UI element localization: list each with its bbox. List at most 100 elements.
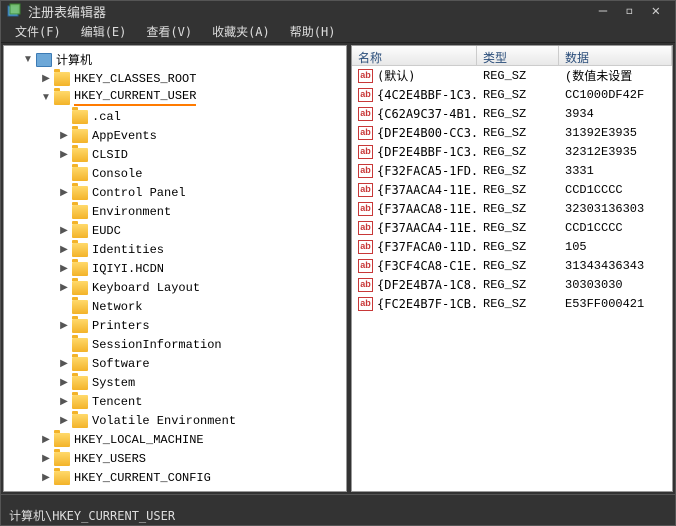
expand-icon[interactable]: ▶ xyxy=(40,453,52,465)
tree-node-label: Printers xyxy=(92,319,150,333)
tree-node-label: .cal xyxy=(92,110,121,124)
string-value-icon: ab xyxy=(358,126,373,140)
expand-icon[interactable]: ▶ xyxy=(58,130,70,142)
tree-panel[interactable]: ▼ 计算机▶HKEY_CLASSES_ROOT▼HKEY_CURRENT_USER… xyxy=(3,45,347,492)
value-data-cell: E53FF000421 xyxy=(559,295,672,313)
string-value-icon: ab xyxy=(358,164,373,178)
value-data-cell: 30303030 xyxy=(559,276,672,294)
tree-node[interactable]: ▶EUDC xyxy=(4,221,346,240)
tree-node[interactable]: ▶Identities xyxy=(4,240,346,259)
tree-node[interactable]: ▶ Printers xyxy=(4,316,346,335)
tree-node[interactable]: ▶IQIYI.HCDN xyxy=(4,259,346,278)
col-header-type[interactable]: 类型 xyxy=(477,46,559,65)
expand-icon[interactable]: ▶ xyxy=(40,73,52,85)
expand-icon[interactable]: ▶ xyxy=(58,244,70,256)
expand-icon[interactable]: ▶ xyxy=(58,282,70,294)
list-body: ab(默认)REG_SZ(数值未设置ab{4C2E4BBF-1C3...REG_… xyxy=(352,66,672,313)
menu-file[interactable]: 文件(F) xyxy=(9,21,67,42)
tree-node[interactable]: ▶Network xyxy=(4,297,346,316)
tree-node[interactable]: ▶HKEY_USERS xyxy=(4,449,346,468)
folder-icon xyxy=(72,110,88,124)
value-data-cell: 105 xyxy=(559,238,672,256)
tree-node[interactable]: ▶Tencent xyxy=(4,392,346,411)
tree-node-label: Network xyxy=(92,300,142,314)
close-button[interactable]: ✕ xyxy=(652,3,660,19)
expand-icon[interactable]: ▶ xyxy=(58,225,70,237)
tree-node[interactable]: ▶Console xyxy=(4,164,346,183)
collapse-icon[interactable]: ▼ xyxy=(22,54,34,66)
value-row[interactable]: ab{F37AACA4-11E...REG_SZCCD1CCCC xyxy=(352,218,672,237)
value-data-cell: CCD1CCCC xyxy=(559,181,672,199)
value-name-cell: ab{F37AACA8-11E... xyxy=(352,200,477,218)
tree-node[interactable]: ▶ HKEY_CURRENT_CONFIG xyxy=(4,468,346,487)
value-row[interactable]: ab{C62A9C37-4B1...REG_SZ3934 xyxy=(352,104,672,123)
value-name: {F32FACA5-1FD... xyxy=(377,164,477,178)
tree-node[interactable]: ▶Software xyxy=(4,354,346,373)
tree-node[interactable]: ▶CLSID xyxy=(4,145,346,164)
value-row[interactable]: ab{F37AACA4-11E...REG_SZCCD1CCCC xyxy=(352,180,672,199)
value-row[interactable]: ab{F37AACA8-11E...REG_SZ32303136303 xyxy=(352,199,672,218)
col-header-data[interactable]: 数据 xyxy=(559,46,672,65)
expand-icon[interactable]: ▶ xyxy=(58,415,70,427)
tree-node[interactable]: ▶ HKEY_LOCAL_MACHINE xyxy=(4,430,346,449)
value-row[interactable]: ab{FC2E4B7F-1CB...REG_SZE53FF000421 xyxy=(352,294,672,313)
value-row[interactable]: ab{4C2E4BBF-1C3...REG_SZCC1000DF42F xyxy=(352,85,672,104)
expand-icon[interactable]: ▶ xyxy=(40,472,52,484)
tree-node[interactable]: ▶HKEY_CLASSES_ROOT xyxy=(4,69,346,88)
tree-node[interactable]: ▶Control Panel xyxy=(4,183,346,202)
collapse-icon[interactable]: ▼ xyxy=(40,92,52,104)
status-path: 计算机\HKEY_CURRENT_USER xyxy=(9,507,175,524)
tree-node[interactable]: ▶Volatile Environment xyxy=(4,411,346,430)
menu-view[interactable]: 查看(V) xyxy=(140,21,198,42)
value-row[interactable]: ab{F32FACA5-1FD...REG_SZ3331 xyxy=(352,161,672,180)
menu-favorites[interactable]: 收藏夹(A) xyxy=(206,21,276,42)
tree-node[interactable]: ▶.cal xyxy=(4,107,346,126)
tree-node[interactable]: ▶AppEvents xyxy=(4,126,346,145)
expand-icon[interactable]: ▶ xyxy=(58,396,70,408)
string-value-icon: ab xyxy=(358,183,373,197)
menu-edit[interactable]: 编辑(E) xyxy=(75,21,133,42)
titlebar: 注册表编辑器 — ▫ ✕ xyxy=(1,1,675,21)
value-row[interactable]: ab(默认)REG_SZ(数值未设置 xyxy=(352,66,672,85)
tree-node-label: HKEY_CURRENT_CONFIG xyxy=(74,471,211,485)
value-row[interactable]: ab{F3CF4CA8-C1E...REG_SZ31343436343 xyxy=(352,256,672,275)
tree-node[interactable]: ▶Environment xyxy=(4,202,346,221)
string-value-icon: ab xyxy=(358,221,373,235)
expand-icon[interactable]: ▶ xyxy=(40,434,52,446)
expand-icon[interactable]: ▶ xyxy=(58,320,70,332)
menu-help[interactable]: 帮助(H) xyxy=(284,21,342,42)
value-name: {F3CF4CA8-C1E... xyxy=(377,259,477,273)
expand-icon[interactable]: ▶ xyxy=(58,149,70,161)
string-value-icon: ab xyxy=(358,202,373,216)
values-panel[interactable]: 名称 类型 数据 ab(默认)REG_SZ(数值未设置ab{4C2E4BBF-1… xyxy=(351,45,673,492)
value-row[interactable]: ab{DF2E4B7A-1C8...REG_SZ30303030 xyxy=(352,275,672,294)
value-row[interactable]: ab{DF2E4BBF-1C3...REG_SZ32312E3935 xyxy=(352,142,672,161)
maximize-button[interactable]: ▫ xyxy=(625,3,633,19)
tree-node[interactable]: ▶SessionInformation xyxy=(4,335,346,354)
list-header: 名称 类型 数据 xyxy=(352,46,672,66)
value-name: {FC2E4B7F-1CB... xyxy=(377,297,477,311)
expand-icon[interactable]: ▶ xyxy=(58,358,70,370)
tree-node-label: 计算机 xyxy=(56,51,92,68)
tree-node-label: SessionInformation xyxy=(92,338,222,352)
folder-icon xyxy=(72,414,88,428)
value-data-cell: 31343436343 xyxy=(559,257,672,275)
value-row[interactable]: ab{DF2E4B00-CC3...REG_SZ31392E3935 xyxy=(352,123,672,142)
value-name-cell: ab{DF2E4BBF-1C3... xyxy=(352,143,477,161)
value-type-cell: REG_SZ xyxy=(477,124,559,142)
expand-icon[interactable]: ▶ xyxy=(58,263,70,275)
expand-icon[interactable]: ▶ xyxy=(58,377,70,389)
tree-node[interactable]: ▼ 计算机 xyxy=(4,50,346,69)
tree-node[interactable]: ▶ System xyxy=(4,373,346,392)
tree-node-label: System xyxy=(92,376,135,390)
col-header-name[interactable]: 名称 xyxy=(352,46,477,65)
value-row[interactable]: ab{F37FACA0-11D...REG_SZ105 xyxy=(352,237,672,256)
tree-node-label: HKEY_LOCAL_MACHINE xyxy=(74,433,204,447)
value-type-cell: REG_SZ xyxy=(477,143,559,161)
tree-node[interactable]: ▼HKEY_CURRENT_USER xyxy=(4,88,346,107)
minimize-button[interactable]: — xyxy=(599,3,607,19)
expand-icon[interactable]: ▶ xyxy=(58,187,70,199)
tree-node[interactable]: ▶Keyboard Layout xyxy=(4,278,346,297)
statusbar: 计算机\HKEY_CURRENT_USER xyxy=(1,505,675,525)
value-name: {F37FACA0-11D... xyxy=(377,240,477,254)
